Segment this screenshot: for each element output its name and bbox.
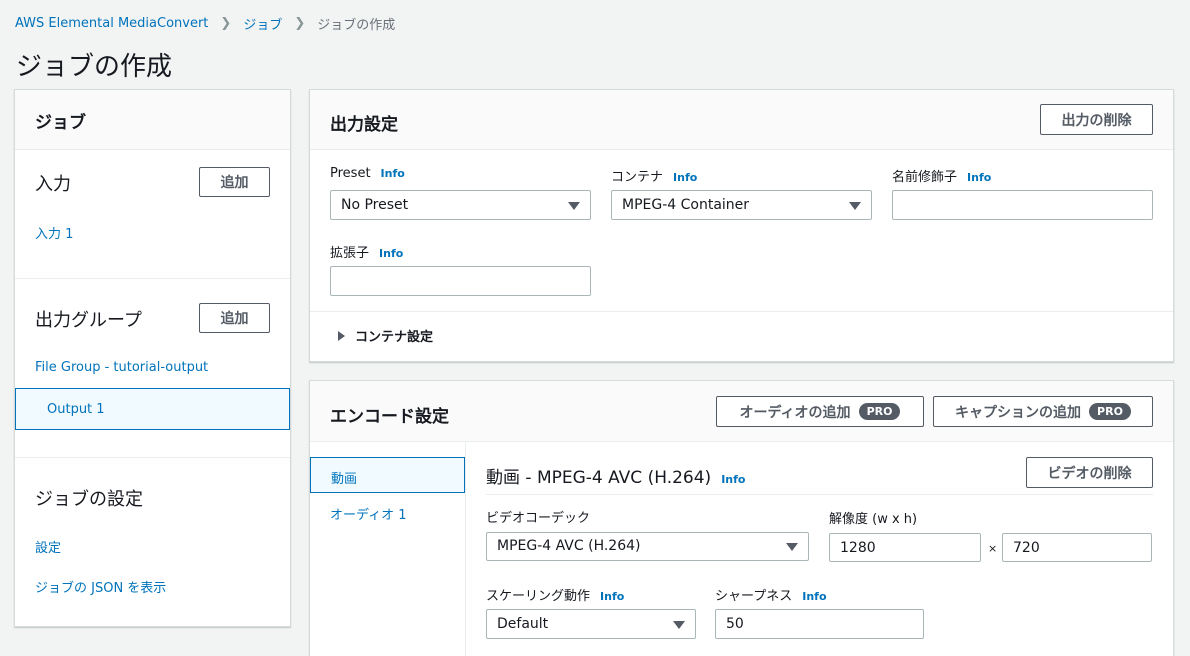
file-group-link[interactable]: File Group - tutorial-output: [35, 360, 208, 375]
input-1-link[interactable]: 入力 1: [35, 223, 73, 242]
scaling-info-link[interactable]: Info: [600, 590, 624, 603]
add-output-group-button[interactable]: 追加: [199, 303, 270, 333]
video-info-link[interactable]: Info: [721, 473, 745, 486]
resolution-label: 解像度 (w x h): [829, 512, 918, 527]
breadcrumb-jobs[interactable]: ジョブ: [243, 14, 282, 33]
view-job-json-link[interactable]: ジョブの JSON を表示: [35, 577, 166, 596]
settings-link[interactable]: 設定: [35, 537, 61, 556]
video-codec-select[interactable]: MPEG-4 AVC (H.264): [486, 532, 809, 561]
container-settings-expander[interactable]: コンテナ設定: [338, 326, 433, 345]
container-label-text: コンテナ: [611, 170, 664, 185]
encode-settings-title: エンコード設定: [330, 407, 449, 427]
breadcrumb: AWS Elemental MediaConvert ❯ ジョブ ❯ ジョブの作…: [15, 14, 395, 33]
output-1-item[interactable]: Output 1: [15, 388, 290, 430]
divider: [15, 457, 290, 458]
scaling-value: Default: [497, 616, 549, 632]
breadcrumb-mediaconvert[interactable]: AWS Elemental MediaConvert: [15, 16, 208, 31]
sharpness-label: シャープネス Info: [715, 585, 827, 604]
name-modifier-label: 名前修飾子 Info: [892, 166, 991, 185]
video-codec-label: ビデオコーデック: [486, 511, 591, 526]
scaling-label: スケーリング動作 Info: [486, 585, 624, 604]
video-codec-value: MPEG-4 AVC (H.264): [497, 538, 641, 554]
add-input-button[interactable]: 追加: [199, 167, 270, 197]
add-audio-button[interactable]: オーディオの追加 PRO: [716, 396, 924, 427]
delete-output-button[interactable]: 出力の削除: [1040, 104, 1153, 135]
video-section-title: 動画 - MPEG-4 AVC (H.264) Info: [486, 463, 745, 488]
add-caption-button[interactable]: キャプションの追加 PRO: [933, 396, 1153, 427]
job-settings-heading: ジョブの設定: [35, 489, 143, 510]
chevron-right-icon: ❯: [294, 16, 306, 31]
job-navigation-panel: ジョブ 入力 追加 入力 1 出力グループ 追加 File Group - tu…: [14, 89, 291, 627]
preset-info-link[interactable]: Info: [381, 167, 405, 180]
tab-video[interactable]: 動画: [310, 457, 465, 493]
encode-tabs: 動画 オーディオ 1: [310, 442, 466, 656]
preset-label-text: Preset: [330, 166, 371, 181]
container-info-link[interactable]: Info: [673, 171, 697, 184]
tab-audio-1[interactable]: オーディオ 1: [310, 494, 465, 530]
scaling-select[interactable]: Default: [486, 609, 696, 639]
output-settings-title: 出力設定: [330, 115, 398, 135]
preset-value: No Preset: [341, 197, 409, 213]
delete-video-button[interactable]: ビデオの削除: [1026, 457, 1153, 488]
pro-badge: PRO: [858, 403, 901, 420]
video-title-text: 動画 - MPEG-4 AVC (H.264): [486, 468, 712, 488]
container-select[interactable]: MPEG-4 Container: [611, 190, 872, 220]
name-modifier-label-text: 名前修飾子: [892, 170, 958, 185]
divider: [310, 311, 1173, 312]
preset-label: Preset Info: [330, 166, 405, 181]
container-label: コンテナ Info: [611, 166, 697, 185]
caret-down-icon: [786, 543, 798, 551]
sharpness-label-text: シャープネス: [715, 589, 793, 604]
add-caption-label: キャプションの追加: [955, 404, 1082, 421]
caret-right-icon: [338, 330, 345, 341]
job-panel-header: ジョブ: [15, 90, 290, 150]
preset-select[interactable]: No Preset: [330, 190, 591, 220]
container-value: MPEG-4 Container: [622, 197, 750, 213]
sharpness-info-link[interactable]: Info: [802, 590, 826, 603]
page-title: ジョブの作成: [16, 52, 173, 82]
extension-label-text: 拡張子: [330, 246, 370, 261]
scaling-label-text: スケーリング動作: [486, 589, 591, 604]
encode-settings-panel: エンコード設定 オーディオの追加 PRO キャプションの追加 PRO 動画 オーディ…: [309, 380, 1174, 656]
resolution-height-input[interactable]: 720: [1002, 533, 1152, 562]
chevron-right-icon: ❯: [220, 16, 232, 31]
pro-badge: PRO: [1089, 403, 1131, 420]
output-settings-panel: 出力設定 出力の削除 Preset Info No Preset コンテナ Info…: [309, 89, 1174, 362]
caret-down-icon: [673, 621, 685, 629]
extension-label: 拡張子 Info: [330, 242, 403, 261]
output-groups-heading: 出力グループ: [35, 310, 142, 331]
caret-down-icon: [849, 202, 861, 210]
resolution-width-input[interactable]: 1280: [829, 533, 981, 562]
container-settings-label: コンテナ設定: [355, 330, 434, 345]
name-modifier-info-link[interactable]: Info: [967, 171, 991, 184]
sharpness-input[interactable]: 50: [715, 609, 924, 639]
caret-down-icon: [568, 202, 580, 210]
times-icon: ×: [988, 542, 998, 555]
divider: [486, 494, 1153, 495]
breadcrumb-current: ジョブの作成: [317, 18, 396, 33]
extension-input[interactable]: [330, 266, 591, 296]
divider: [15, 278, 290, 279]
extension-info-link[interactable]: Info: [379, 247, 403, 260]
name-modifier-input[interactable]: [892, 190, 1153, 220]
add-audio-label: オーディオの追加: [739, 404, 851, 421]
inputs-heading: 入力: [35, 174, 71, 195]
